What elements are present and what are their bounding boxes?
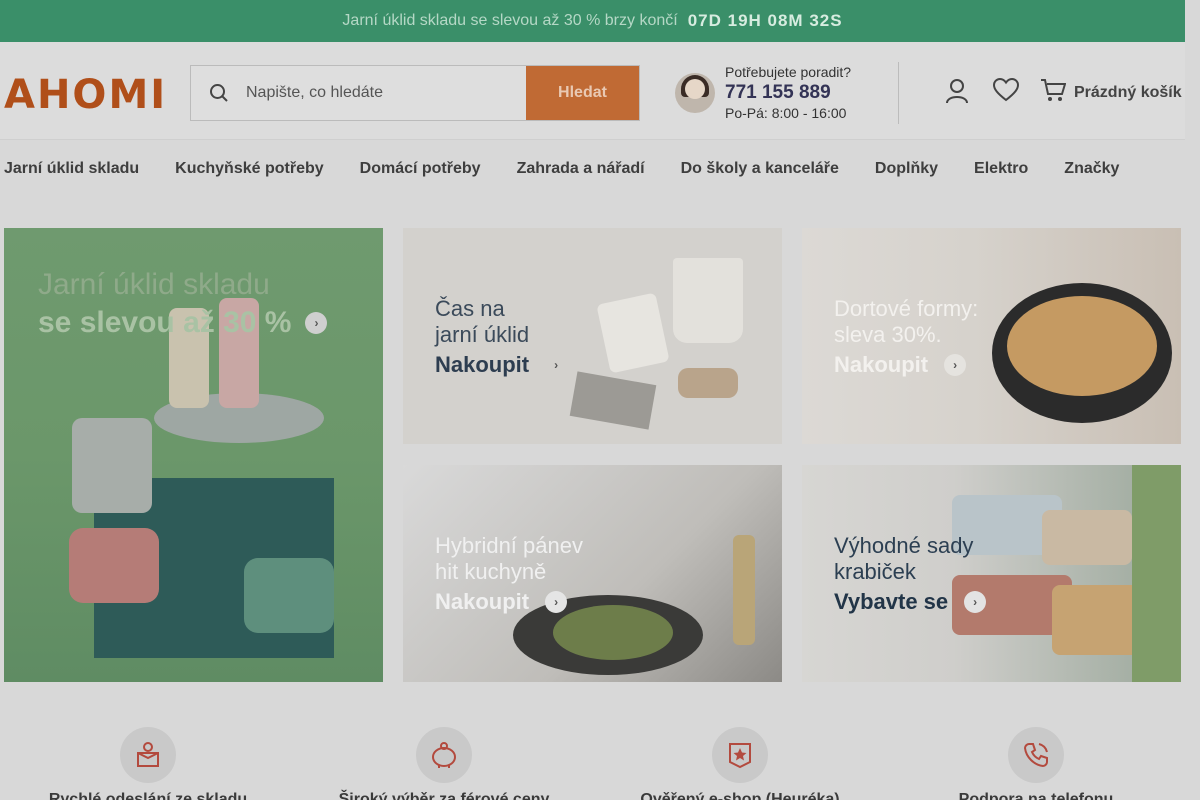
product-image-vegetables — [553, 605, 673, 660]
feature-phone-support: Podpora na telefonu — [930, 727, 1142, 800]
product-image-lunchbox-pink — [69, 528, 159, 603]
promo-cake-line2: sleva 30%. — [834, 322, 942, 347]
promo-tile-hybrid-pan[interactable]: Hybridní pánev hit kuchyně Nakoupit › — [403, 465, 782, 682]
promo-main-line2: se slevou až 30 % › — [38, 306, 328, 340]
site-logo[interactable]: AHOMI — [4, 72, 167, 118]
chevron-right-icon: › — [964, 591, 987, 613]
chevron-right-icon[interactable]: › — [305, 312, 328, 334]
promo-tile-main[interactable]: Jarní úklid skladu se slevou až 30 % › — [4, 228, 383, 682]
nav-item-garden[interactable]: Zahrada a nářadí — [517, 160, 645, 178]
cart-icon — [1040, 78, 1067, 107]
cart-button[interactable]: Prázdný košík — [1040, 78, 1182, 107]
support-avatar — [675, 73, 715, 113]
promo-countdown: 07D 19H 08M 32S — [687, 11, 843, 30]
feature-label: Ověřený e-shop (Heuréka) — [640, 791, 840, 800]
header-divider — [898, 62, 899, 124]
heart-icon[interactable] — [992, 77, 1020, 107]
help-contact: Potřebujete poradit? 771 155 889 Po-Pá: … — [675, 62, 851, 124]
cart-label: Prázdný košík — [1074, 83, 1182, 101]
promo-pan-cta-text: Nakoupit — [435, 589, 530, 614]
site-header: AHOMI Hledat Potřebujete poradit? 771 15… — [0, 42, 1185, 140]
promo-banner[interactable]: Jarní úklid skladu se slevou až 30 % brz… — [0, 0, 1185, 42]
promo-cleaning-line2: jarní úklid — [435, 322, 530, 347]
promo-pan-line2: hit kuchyně — [435, 559, 547, 584]
promo-cleaning-cta[interactable]: Nakoupit › — [435, 352, 567, 378]
product-image-brush — [678, 368, 738, 398]
nav-item-kitchen[interactable]: Kuchyňské potřeby — [175, 160, 323, 178]
promo-cleaning-line1: Čas na — [435, 296, 505, 321]
product-image-herbs — [1132, 465, 1181, 682]
promo-tile-cake-forms[interactable]: Dortové formy: sleva 30%. Nakoupit › — [802, 228, 1181, 444]
search-icon — [191, 66, 246, 120]
package-icon — [120, 727, 176, 783]
product-image-cloth — [569, 371, 657, 430]
nav-item-spring-sale[interactable]: Jarní úklid skladu — [4, 160, 139, 178]
phone-icon — [1008, 727, 1064, 783]
promo-cake-cta-text: Nakoupit — [834, 352, 929, 377]
product-image-dustpan — [596, 292, 670, 374]
promo-pan-cta[interactable]: Nakoupit › — [435, 589, 568, 615]
promo-boxes-cta-text: Vybavte se — [834, 589, 949, 614]
promo-boxes-line2: krabiček — [834, 559, 916, 584]
product-image-tiffin — [72, 418, 152, 513]
promo-pan-line1: Hybridní pánev — [435, 533, 583, 558]
nav-item-school-office[interactable]: Do školy a kanceláře — [681, 160, 839, 178]
chevron-right-icon: › — [944, 354, 967, 376]
product-image-cake — [1007, 296, 1157, 396]
product-image-box-2 — [1042, 510, 1132, 565]
nav-item-household[interactable]: Domácí potřeby — [360, 160, 481, 178]
search-button[interactable]: Hledat — [526, 66, 639, 120]
verified-star-icon — [712, 727, 768, 783]
promo-main-line1: Jarní úklid skladu — [38, 268, 270, 301]
promo-main-line2-text: se slevou až 30 % — [38, 306, 292, 339]
features-row: Rychlé odeslání ze skladu Široký výběr z… — [0, 727, 1185, 800]
search-input[interactable] — [246, 66, 526, 120]
promo-tile-food-boxes[interactable]: Výhodné sady krabiček Vybavte se › — [802, 465, 1181, 682]
feature-label: Rychlé odeslání ze skladu — [48, 791, 248, 800]
feature-fast-shipping: Rychlé odeslání ze skladu — [30, 727, 266, 800]
nav-item-brands[interactable]: Značky — [1064, 160, 1119, 178]
promo-cleaning-cta-text: Nakoupit — [435, 352, 530, 377]
feature-verified-shop: Ověřený e-shop (Heuréka) — [620, 727, 860, 800]
feature-wide-selection: Široký výběr za férové ceny — [318, 727, 570, 800]
nav-item-electro[interactable]: Elektro — [974, 160, 1028, 178]
main-nav: Jarní úklid skladu Kuchyňské potřeby Dom… — [0, 140, 1185, 197]
promo-banner-text: Jarní úklid skladu se slevou až 30 % brz… — [342, 12, 678, 29]
promo-tile-cleaning[interactable]: Čas na jarní úklid Nakoupit › — [403, 228, 782, 444]
piggy-bank-icon — [416, 727, 472, 783]
help-question: Potřebujete poradit? — [725, 63, 852, 80]
promo-boxes-cta[interactable]: Vybavte se › — [834, 589, 987, 615]
help-hours: Po-Pá: 8:00 - 16:00 — [725, 104, 847, 121]
nav-item-accessories[interactable]: Doplňky — [875, 160, 938, 178]
feature-label: Široký výběr za férové ceny — [338, 791, 550, 800]
chevron-right-icon: › — [554, 358, 559, 372]
product-image-bucket — [673, 258, 743, 343]
feature-label: Podpora na telefonu — [958, 791, 1114, 800]
search-bar: Hledat — [190, 65, 640, 121]
chevron-right-icon: › — [545, 591, 568, 613]
promo-cake-line1: Dortové formy: — [834, 296, 979, 321]
user-icon[interactable] — [945, 78, 969, 109]
promo-cake-cta[interactable]: Nakoupit › — [834, 352, 967, 378]
promo-boxes-line1: Výhodné sady — [834, 533, 974, 558]
product-image-lunchbox-green — [244, 558, 334, 633]
help-phone[interactable]: 771 155 889 — [725, 81, 851, 105]
product-image-bottle — [733, 535, 755, 645]
